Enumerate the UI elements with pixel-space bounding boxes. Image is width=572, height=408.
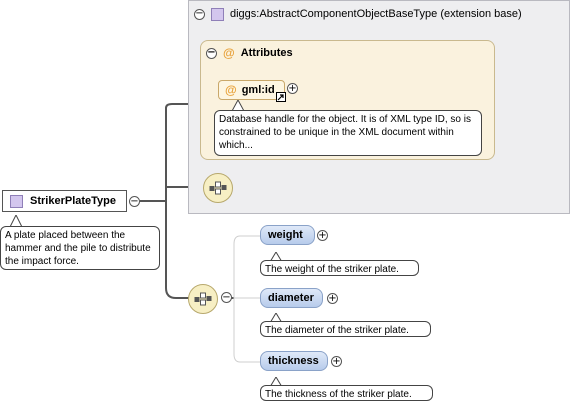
element-diameter[interactable]: diameter bbox=[260, 288, 323, 308]
expand-icon[interactable]: + bbox=[327, 293, 338, 304]
attribute-name: gml:id bbox=[241, 84, 275, 96]
collapse-icon[interactable]: − bbox=[221, 292, 232, 303]
attribute-gml-id[interactable]: @ gml:id bbox=[218, 80, 285, 100]
attributes-header: − @ Attributes bbox=[206, 45, 293, 61]
root-type-name: StrikerPlateType bbox=[30, 195, 117, 207]
collapse-icon[interactable]: − bbox=[129, 196, 140, 207]
expand-icon[interactable]: + bbox=[287, 83, 298, 94]
attribute-icon: @ bbox=[223, 46, 235, 60]
element-name: diameter bbox=[268, 292, 314, 304]
expand-icon[interactable]: + bbox=[331, 356, 342, 367]
complex-type-icon bbox=[211, 7, 224, 21]
complex-type-icon bbox=[10, 194, 23, 208]
root-annotation: A plate placed between the hammer and th… bbox=[0, 226, 160, 270]
attributes-label: Attributes bbox=[240, 47, 293, 59]
element-name: thickness bbox=[268, 355, 319, 367]
sequence-compositor-icon bbox=[194, 292, 212, 306]
base-type-header: − diggs:AbstractComponentObjectBaseType … bbox=[194, 6, 522, 22]
branch-trunk-line bbox=[165, 108, 190, 299]
sequence-compositor-icon bbox=[209, 181, 227, 195]
element-thickness[interactable]: thickness bbox=[260, 351, 328, 371]
attribute-annotation: Database handle for the object. It is of… bbox=[214, 110, 482, 156]
element-weight-annotation: The weight of the striker plate. bbox=[260, 260, 419, 276]
attribute-icon: @ bbox=[225, 83, 237, 97]
reference-arrow-icon bbox=[276, 92, 286, 102]
children-bracket-line bbox=[233, 235, 260, 363]
element-thickness-annotation: The thickness of the striker plate. bbox=[260, 385, 433, 401]
collapse-icon[interactable]: − bbox=[194, 8, 205, 20]
element-weight[interactable]: weight bbox=[260, 225, 315, 245]
element-diameter-annotation: The diameter of the striker plate. bbox=[260, 321, 431, 337]
root-type-box[interactable]: StrikerPlateType bbox=[2, 190, 127, 212]
element-name: weight bbox=[268, 229, 303, 241]
collapse-icon[interactable]: − bbox=[206, 47, 217, 59]
expand-icon[interactable]: + bbox=[317, 230, 328, 241]
base-type-label: diggs:AbstractComponentObjectBaseType (e… bbox=[230, 8, 522, 20]
